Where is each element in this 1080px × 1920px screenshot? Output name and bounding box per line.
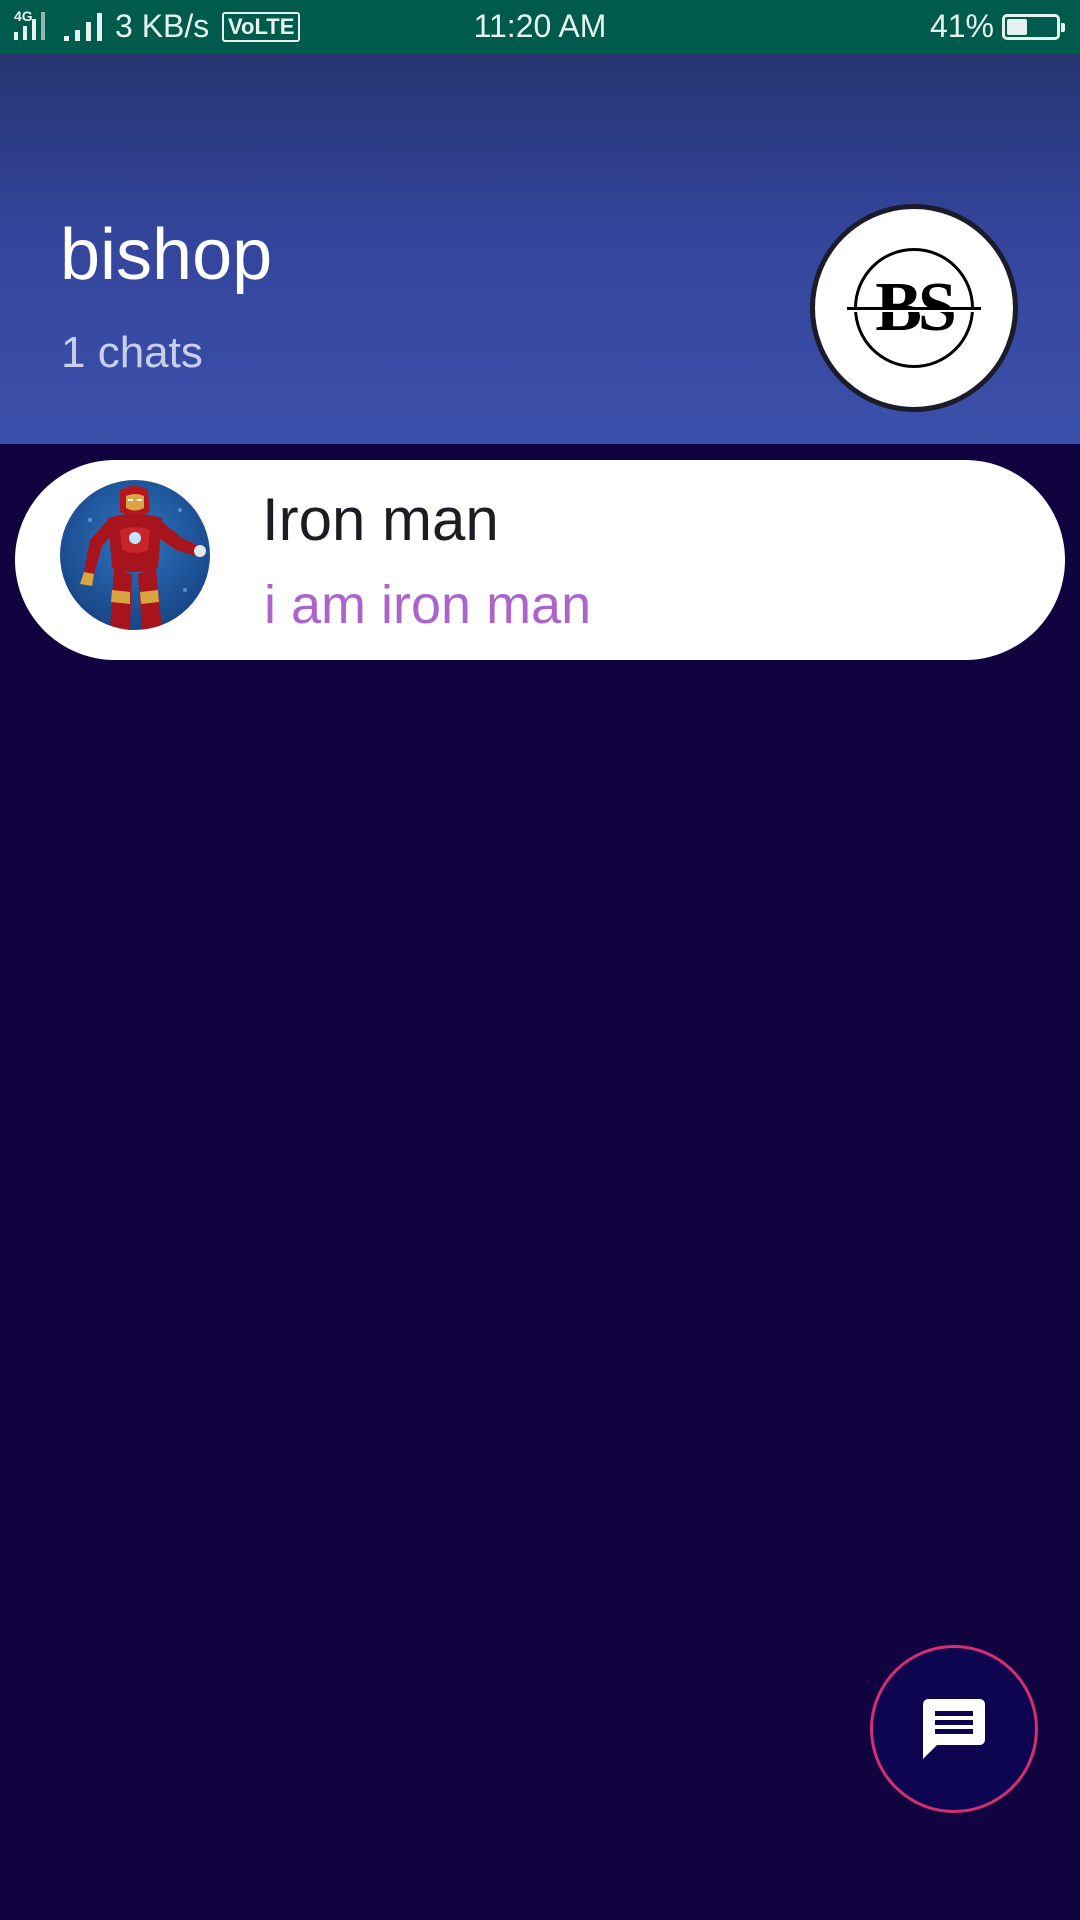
chat-count: 1 chats [61,328,203,377]
logo-divider [847,307,981,310]
chat-last-message: i am iron man [264,575,592,635]
profile-logo: BS [847,248,981,368]
battery-level-fill [1007,19,1027,35]
chat-contact-name: Iron man [262,486,499,553]
status-time: 11:20 AM [473,8,607,44]
profile-avatar[interactable]: BS [810,204,1018,412]
new-chat-button[interactable] [870,1645,1038,1813]
user-name: bishop [60,215,273,295]
battery-icon [1002,14,1065,40]
battery-percent: 41% [929,8,994,44]
chat-list-item[interactable]: Iron man i am iron man [15,460,1065,660]
iron-man-avatar [60,480,210,630]
iron-man-avatar-image [80,486,206,630]
status-bar: 4G 3 KB/s VoLTE 11:20 AM 41% [0,0,1080,54]
profile-header: bishop 1 chats BS [0,54,1080,444]
chat-message-icon [923,1699,985,1759]
